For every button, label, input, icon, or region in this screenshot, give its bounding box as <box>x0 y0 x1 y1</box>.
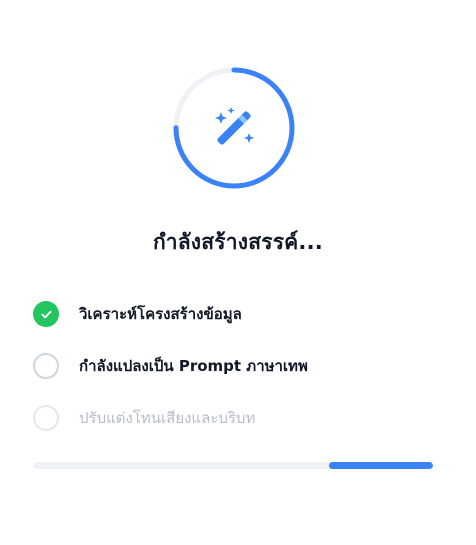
step-item-refine: ปรับแต่งโทนเสียงและบริบท <box>33 392 453 444</box>
step-label: กำลังแปลงเป็น Prompt ภาษาเทพ <box>79 357 308 375</box>
step-pending-indicator <box>33 405 59 431</box>
page-title: กำลังสร้างสรรค์... <box>153 230 323 254</box>
progress-bar <box>33 462 433 469</box>
magic-wand-icon <box>215 107 254 145</box>
progress-bar-fill <box>329 462 433 469</box>
step-label: ปรับแต่งโทนเสียงและบริบท <box>79 409 256 427</box>
progress-ring <box>173 67 295 189</box>
step-item-convert: กำลังแปลงเป็น Prompt ภาษาเทพ <box>33 340 453 392</box>
step-item-analyze: วิเคราะห์โครงสร้างข้อมูล <box>33 288 453 340</box>
generation-status-panel: กำลังสร้างสรรค์... วิเคราะห์โครงสร้างข้อ… <box>0 0 476 545</box>
step-active-indicator <box>33 353 59 379</box>
step-label: วิเคราะห์โครงสร้างข้อมูล <box>79 305 242 323</box>
step-done-badge <box>33 301 59 327</box>
check-icon <box>41 310 51 318</box>
step-list: วิเคราะห์โครงสร้างข้อมูล กำลังแปลงเป็น P… <box>33 288 453 444</box>
